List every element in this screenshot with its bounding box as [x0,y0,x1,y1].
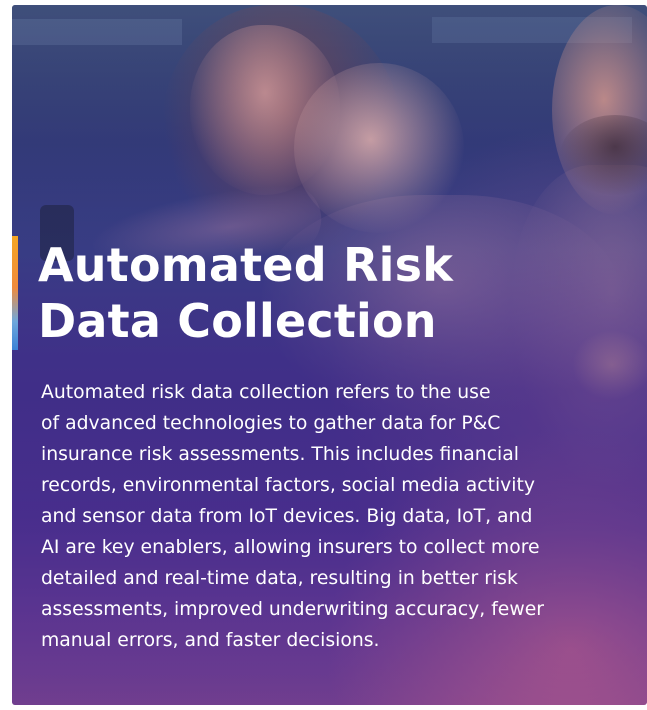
card-title: Automated Risk Data Collection [38,238,454,348]
card-description: Automated risk data collection refers to… [41,382,545,651]
content-card: Automated Risk Data Collection Automated… [12,5,647,705]
title-accent-bar [12,236,18,350]
